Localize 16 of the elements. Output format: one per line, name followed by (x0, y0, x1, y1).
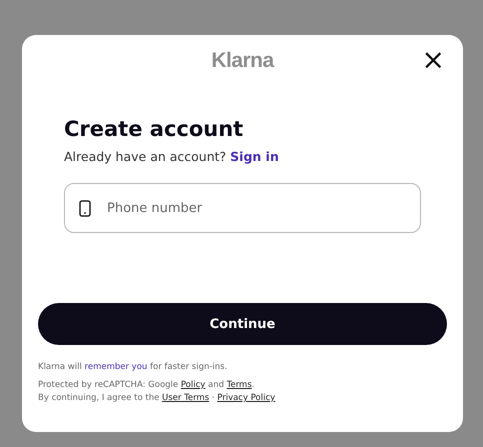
page-heading: Create account (64, 117, 244, 141)
footnote-text: Protected by reCAPTCHA: Google Policy and Terms. (38, 379, 256, 392)
phone-icon (79, 200, 91, 217)
footnote-text: By continuing, I agree to the User Terms · Privacy Policy (38, 392, 276, 405)
signin-link[interactable]: Sign in (230, 149, 279, 164)
phone-field[interactable]: Phone number (64, 183, 421, 233)
policy-link[interactable]: Policy (180, 380, 206, 390)
footnote-text: Klarna will remember you for faster sign-ins. (38, 361, 228, 374)
signin-prompt: Already have an account? Sign in (64, 149, 280, 164)
brand-logo: Klarna (211, 49, 274, 73)
policy-link[interactable]: User Terms (162, 393, 210, 403)
continue-button[interactable]: Continue (38, 303, 447, 345)
policy-link[interactable]: Terms (226, 380, 252, 390)
remember-link[interactable]: remember you (84, 362, 148, 372)
policy-link[interactable]: Privacy Policy (217, 393, 276, 403)
close-button[interactable]: × (420, 47, 447, 73)
